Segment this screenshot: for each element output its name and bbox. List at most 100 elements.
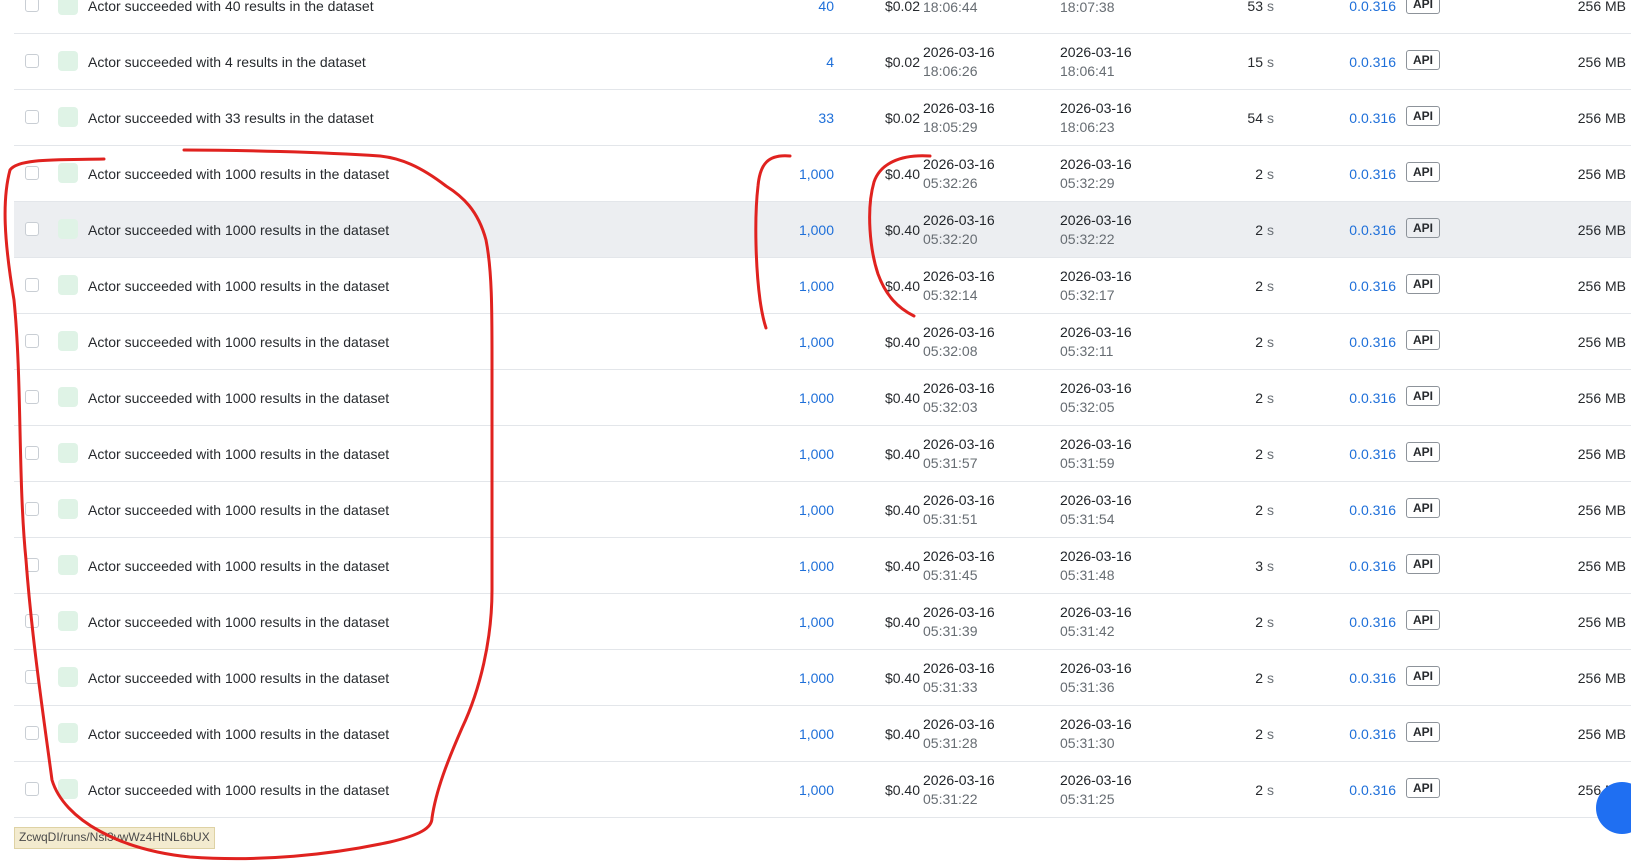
run-duration: 2s <box>1194 594 1274 649</box>
row-select-checkbox[interactable] <box>25 390 39 404</box>
build-version-link[interactable]: 0.0.316 <box>1324 146 1396 201</box>
build-version-link[interactable]: 0.0.316 <box>1324 90 1396 145</box>
success-status-icon <box>58 107 78 127</box>
build-version-link[interactable]: 0.0.316 <box>1324 202 1396 257</box>
table-row[interactable]: Actor succeeded with 33 results in the d… <box>14 90 1631 146</box>
table-row[interactable]: Actor succeeded with 1000 results in the… <box>14 762 1631 818</box>
finished-date: 2026-03-16 <box>1060 604 1132 620</box>
run-cost: $0.40 <box>884 557 920 574</box>
row-select-checkbox[interactable] <box>25 110 39 124</box>
table-row[interactable]: Actor succeeded with 1000 results in the… <box>14 146 1631 202</box>
results-count-link[interactable]: 4 <box>734 34 834 89</box>
row-select-checkbox[interactable] <box>25 446 39 460</box>
build-version-link[interactable]: 0.0.316 <box>1324 370 1396 425</box>
run-cost: $0.40 <box>884 333 920 350</box>
results-count-link[interactable]: 1,000 <box>734 146 834 201</box>
run-duration: 2s <box>1194 706 1274 761</box>
finished-at: 18:07:38 <box>1060 0 1115 33</box>
started-time: 05:31:57 <box>923 455 978 471</box>
table-row[interactable]: Actor succeeded with 1000 results in the… <box>14 706 1631 762</box>
results-count-link[interactable]: 1,000 <box>734 426 834 481</box>
table-row[interactable]: Actor succeeded with 1000 results in the… <box>14 426 1631 482</box>
run-duration: 2s <box>1194 426 1274 481</box>
table-row[interactable]: Actor succeeded with 1000 results in the… <box>14 650 1631 706</box>
build-version-link[interactable]: 0.0.316 <box>1324 0 1396 33</box>
row-select-checkbox[interactable] <box>25 54 39 68</box>
row-select-checkbox[interactable] <box>25 222 39 236</box>
origin-badge: API <box>1406 386 1441 406</box>
table-row[interactable]: Actor succeeded with 1000 results in the… <box>14 202 1631 258</box>
started-time: 05:31:28 <box>923 735 978 751</box>
results-count-link[interactable]: 1,000 <box>734 706 834 761</box>
build-version-link[interactable]: 0.0.316 <box>1324 482 1396 537</box>
success-status-icon <box>58 219 78 239</box>
run-cost: $0.02 <box>884 0 920 14</box>
build-version-link[interactable]: 0.0.316 <box>1324 34 1396 89</box>
status-message: Actor succeeded with 1000 results in the… <box>88 165 390 182</box>
duration-unit: s <box>1267 109 1274 126</box>
build-version-link[interactable]: 0.0.316 <box>1324 538 1396 593</box>
results-count-link[interactable]: 1,000 <box>734 314 834 369</box>
row-select-checkbox[interactable] <box>25 670 39 684</box>
finished-at: 2026-03-16 18:06:23 <box>1060 90 1132 145</box>
build-version-link[interactable]: 0.0.316 <box>1324 594 1396 649</box>
table-row[interactable]: Actor succeeded with 40 results in the d… <box>14 0 1631 34</box>
duration-value: 2 <box>1255 613 1263 630</box>
started-date: 2026-03-16 <box>923 436 995 452</box>
build-version-link[interactable]: 0.0.316 <box>1324 426 1396 481</box>
table-row[interactable]: Actor succeeded with 1000 results in the… <box>14 538 1631 594</box>
row-select-checkbox[interactable] <box>25 0 39 12</box>
results-count-link[interactable]: 1,000 <box>734 482 834 537</box>
results-count-link[interactable]: 1,000 <box>734 202 834 257</box>
results-count-link[interactable]: 1,000 <box>734 594 834 649</box>
duration-unit: s <box>1267 501 1274 518</box>
row-select-checkbox[interactable] <box>25 278 39 292</box>
finished-time: 05:31:59 <box>1060 455 1115 471</box>
started-time: 05:32:03 <box>923 399 978 415</box>
status-message: Actor succeeded with 1000 results in the… <box>88 669 390 686</box>
origin-badge: API <box>1406 778 1441 798</box>
run-cost: $0.40 <box>884 221 920 238</box>
results-count-link[interactable]: 1,000 <box>734 370 834 425</box>
memory-size: 256 MB <box>1577 333 1626 350</box>
run-duration: 53 s <box>1194 0 1274 33</box>
build-version-link[interactable]: 0.0.316 <box>1324 314 1396 369</box>
table-row[interactable]: Actor succeeded with 1000 results in the… <box>14 370 1631 426</box>
status-message: Actor succeeded with 1000 results in the… <box>88 725 390 742</box>
row-select-checkbox[interactable] <box>25 726 39 740</box>
success-status-icon <box>58 443 78 463</box>
build-version-link[interactable]: 0.0.316 <box>1324 650 1396 705</box>
run-duration: 3s <box>1194 538 1274 593</box>
results-count-link[interactable]: 40 <box>734 0 834 33</box>
table-row[interactable]: Actor succeeded with 4 results in the da… <box>14 34 1631 90</box>
memory-size: 256 MB <box>1577 501 1626 518</box>
finished-time: 05:31:48 <box>1060 567 1115 583</box>
row-select-checkbox[interactable] <box>25 614 39 628</box>
finished-time: 05:32:29 <box>1060 175 1115 191</box>
table-row[interactable]: Actor succeeded with 1000 results in the… <box>14 482 1631 538</box>
table-row[interactable]: Actor succeeded with 1000 results in the… <box>14 314 1631 370</box>
run-duration: 2s <box>1194 314 1274 369</box>
run-cost: $0.02 <box>884 53 920 70</box>
row-select-checkbox[interactable] <box>25 166 39 180</box>
table-row[interactable]: Actor succeeded with 1000 results in the… <box>14 594 1631 650</box>
run-duration: 2s <box>1194 762 1274 817</box>
results-count-link[interactable]: 1,000 <box>734 538 834 593</box>
started-time: 05:31:51 <box>923 511 978 527</box>
row-select-checkbox[interactable] <box>25 502 39 516</box>
started-at: 2026-03-16 05:31:28 <box>923 706 995 761</box>
build-version-link[interactable]: 0.0.316 <box>1324 762 1396 817</box>
results-count-link[interactable]: 1,000 <box>734 650 834 705</box>
results-count-link[interactable]: 33 <box>734 90 834 145</box>
results-count-link[interactable]: 1,000 <box>734 762 834 817</box>
row-select-checkbox[interactable] <box>25 334 39 348</box>
started-at: 2026-03-16 05:32:14 <box>923 258 995 313</box>
build-version-link[interactable]: 0.0.316 <box>1324 258 1396 313</box>
results-count-link[interactable]: 1,000 <box>734 258 834 313</box>
table-row[interactable]: Actor succeeded with 1000 results in the… <box>14 258 1631 314</box>
status-message: Actor succeeded with 1000 results in the… <box>88 277 390 294</box>
row-select-checkbox[interactable] <box>25 782 39 796</box>
build-version-link[interactable]: 0.0.316 <box>1324 706 1396 761</box>
finished-at: 2026-03-16 05:31:25 <box>1060 762 1132 817</box>
row-select-checkbox[interactable] <box>25 558 39 572</box>
